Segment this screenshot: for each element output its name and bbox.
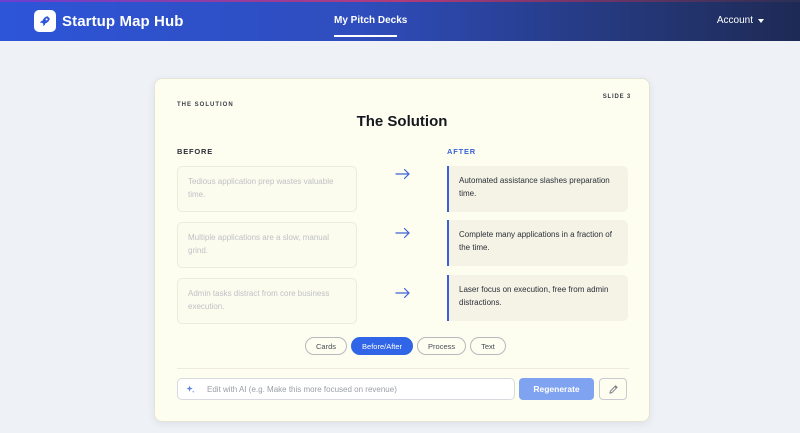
- after-column-heading: AFTER: [447, 147, 476, 156]
- tab-text[interactable]: Text: [470, 337, 506, 355]
- arrow-right-icon: [395, 227, 410, 239]
- arrow-right-icon: [395, 287, 410, 299]
- divider: [177, 368, 629, 369]
- account-menu[interactable]: Account: [717, 15, 764, 26]
- layout-tabs: Cards Before/After Process Text: [305, 337, 506, 355]
- before-item: Tedious application prep wastes valuable…: [177, 166, 357, 212]
- brand-name: Startup Map Hub: [62, 12, 184, 30]
- slide-number: SLIDE 3: [602, 94, 631, 100]
- edit-slide-button[interactable]: [599, 378, 627, 400]
- arrow-right-icon: [395, 168, 410, 180]
- after-item: Automated assistance slashes preparation…: [447, 166, 628, 212]
- caret-down-icon: [758, 18, 764, 23]
- ai-edit-field[interactable]: [177, 378, 515, 400]
- pencil-icon: [608, 384, 618, 394]
- before-item: Admin tasks distract from core business …: [177, 278, 357, 324]
- account-label: Account: [716, 15, 753, 26]
- tab-before-after[interactable]: Before/After: [351, 337, 414, 355]
- regenerate-button[interactable]: Regenerate: [519, 378, 594, 400]
- slide-card: THE SOLUTION SLIDE 3 The Solution BEFORE…: [154, 78, 650, 422]
- top-navigation-bar: Startup Map Hub My Pitch Decks Account: [0, 0, 800, 41]
- nav-my-pitch-decks[interactable]: My Pitch Decks: [334, 15, 407, 26]
- slide-eyebrow: THE SOLUTION: [177, 102, 234, 108]
- sparkle-icon: [186, 384, 195, 393]
- nav-active-indicator: [334, 35, 397, 37]
- slide-title: The Solution: [356, 113, 448, 130]
- before-item: Multiple applications are a slow, manual…: [177, 222, 357, 268]
- brand-link[interactable]: Startup Map Hub: [34, 10, 184, 32]
- after-item: Complete many applications in a fraction…: [447, 220, 628, 266]
- tab-cards[interactable]: Cards: [305, 337, 348, 355]
- ai-edit-input[interactable]: [207, 384, 507, 394]
- tab-process[interactable]: Process: [417, 337, 467, 355]
- after-item: Laser focus on execution, free from admi…: [447, 275, 628, 321]
- rocket-icon: [34, 10, 56, 32]
- before-column-heading: BEFORE: [177, 147, 214, 156]
